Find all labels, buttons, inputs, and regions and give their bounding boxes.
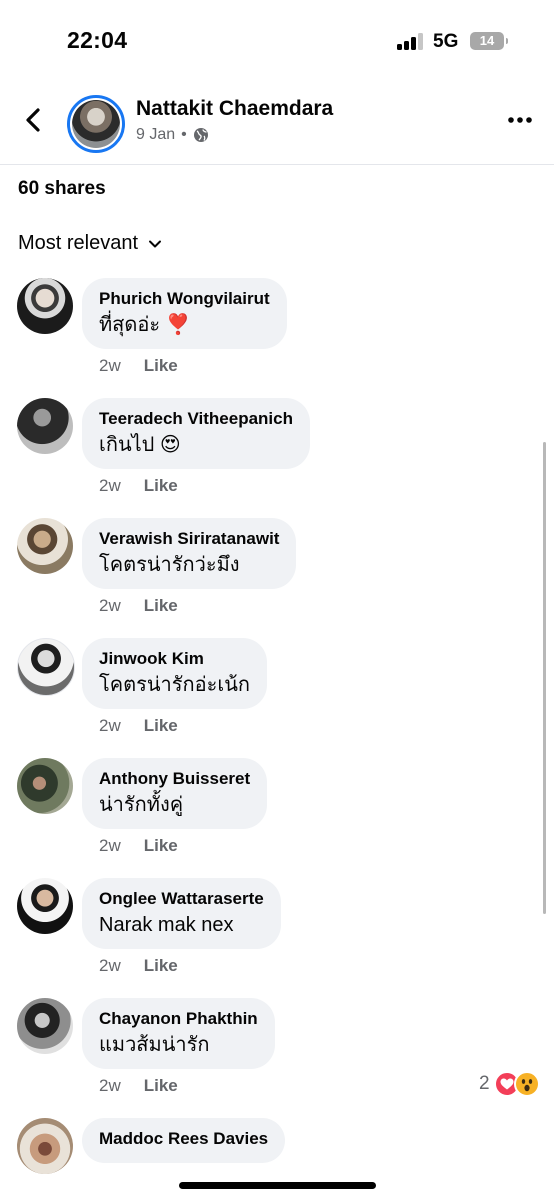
comment-bubble: Phurich Wongvilairut ที่สุดอ่ะ ❣️	[82, 278, 287, 349]
reaction-count: 2	[479, 1073, 490, 1094]
comment-actions: 2w Like	[99, 836, 178, 856]
commenter-name[interactable]: Jinwook Kim	[99, 648, 250, 670]
comment-actions: 2w Like	[99, 596, 178, 616]
battery-icon: 14	[470, 32, 508, 50]
home-indicator[interactable]	[179, 1182, 376, 1189]
comment-item: Phurich Wongvilairut ที่สุดอ่ะ ❣️ 2w Lik…	[17, 278, 547, 378]
globe-icon	[193, 128, 208, 142]
like-button[interactable]: Like	[144, 1076, 178, 1096]
comment-item: Jinwook Kim โคตรน่ารักอ่ะเน้ก 2w Like	[17, 638, 547, 738]
post-header: Nattakit Chaemdara 9 Jan •	[0, 82, 554, 165]
comment-text: โคตรน่ารักอ่ะเน้ก	[99, 674, 250, 696]
meta-separator: •	[181, 126, 187, 143]
comment-actions: 2w Like	[99, 956, 178, 976]
back-arrow-icon[interactable]	[19, 105, 49, 135]
comment-text: เกินไป 😍	[99, 434, 181, 456]
comment-actions: 2w Like	[99, 716, 178, 736]
commenter-name[interactable]: Maddoc Rees Davies	[99, 1128, 268, 1150]
comment-bubble: Teeradech Vitheepanich เกินไป 😍	[82, 398, 310, 469]
commenter-name[interactable]: Phurich Wongvilairut	[99, 288, 270, 310]
comment-item: Teeradech Vitheepanich เกินไป 😍 2w Like	[17, 398, 547, 498]
commenter-name[interactable]: Verawish Siriratanawit	[99, 528, 279, 550]
comment-text: แมวส้มน่ารัก	[99, 1034, 210, 1056]
like-button[interactable]: Like	[144, 836, 178, 856]
comment-time: 2w	[99, 356, 121, 375]
comment-text: โคตรน่ารักว่ะมึง	[99, 554, 240, 576]
like-button[interactable]: Like	[144, 476, 178, 496]
commenter-avatar[interactable]	[17, 1118, 73, 1174]
comment-bubble: Jinwook Kim โคตรน่ารักอ่ะเน้ก	[82, 638, 267, 709]
status-time: 22:04	[67, 27, 128, 53]
status-bar: 22:04 5G 14	[0, 0, 554, 82]
author-avatar-image	[72, 100, 120, 148]
like-button[interactable]: Like	[144, 956, 178, 976]
comment-text: Narak mak nex	[99, 914, 234, 936]
commenter-name[interactable]: Teeradech Vitheepanich	[99, 408, 293, 430]
comment-text: น่ารักทั้งคู่	[99, 794, 184, 816]
commenter-avatar[interactable]	[17, 398, 73, 454]
comment-actions: 2w Like	[99, 1076, 178, 1096]
comment-time: 2w	[99, 476, 121, 495]
network-type-label: 5G	[433, 31, 459, 52]
comment-time: 2w	[99, 956, 121, 975]
comment-actions: 2w Like	[99, 356, 178, 376]
comment-bubble: Verawish Siriratanawit โคตรน่ารักว่ะมึง	[82, 518, 297, 589]
post-date: 9 Jan	[136, 126, 176, 143]
comment-item: Anthony Buisseret น่ารักทั้งคู่ 2w Like	[17, 758, 547, 858]
cellular-signal-icon	[397, 33, 425, 50]
commenter-avatar[interactable]	[17, 278, 73, 334]
commenter-name[interactable]: Anthony Buisseret	[99, 768, 250, 790]
comment-time: 2w	[99, 836, 121, 855]
comment-item: Verawish Siriratanawit โคตรน่ารักว่ะมึง …	[17, 518, 547, 618]
scrollbar[interactable]	[543, 442, 546, 914]
commenter-name[interactable]: Onglee Wattaraserte	[99, 888, 264, 910]
comment-text: ที่สุดอ่ะ ❣️	[99, 314, 191, 336]
comment-time: 2w	[99, 1076, 121, 1095]
more-options-icon[interactable]	[506, 112, 534, 128]
like-button[interactable]: Like	[144, 716, 178, 736]
comment-time: 2w	[99, 716, 121, 735]
comment-item: Onglee Wattaraserte Narak mak nex 2w Lik…	[17, 878, 547, 978]
comment-sort-dropdown[interactable]: Most relevant	[18, 232, 162, 255]
author-name[interactable]: Nattakit Chaemdara	[136, 97, 333, 121]
commenter-avatar[interactable]	[17, 518, 73, 574]
commenter-avatar[interactable]	[17, 878, 73, 934]
comment-actions: 2w Like	[99, 476, 178, 496]
author-avatar[interactable]	[67, 95, 125, 153]
like-button[interactable]: Like	[144, 356, 178, 376]
wow-reaction-icon	[513, 1071, 540, 1097]
comment-bubble: Anthony Buisseret น่ารักทั้งคู่	[82, 758, 268, 829]
commenter-name[interactable]: Chayanon Phakthin	[99, 1008, 258, 1030]
commenter-avatar[interactable]	[17, 998, 73, 1054]
comment-bubble: Chayanon Phakthin แมวส้มน่ารัก	[82, 998, 275, 1069]
chevron-down-icon	[149, 240, 162, 247]
like-button[interactable]: Like	[144, 596, 178, 616]
comment-reactions[interactable]: 2	[479, 1071, 540, 1097]
post-meta: 9 Jan •	[136, 126, 209, 144]
comment-item: Chayanon Phakthin แมวส้มน่ารัก 2w Like 2	[17, 998, 547, 1098]
battery-level: 14	[479, 33, 495, 48]
commenter-avatar[interactable]	[17, 758, 73, 814]
comment-bubble: Onglee Wattaraserte Narak mak nex	[82, 878, 281, 949]
shares-count[interactable]: 60 shares	[18, 178, 106, 200]
comment-bubble: Maddoc Rees Davies	[82, 1118, 286, 1163]
commenter-avatar[interactable]	[17, 638, 75, 696]
sort-label: Most relevant	[18, 232, 139, 254]
comment-time: 2w	[99, 596, 121, 615]
